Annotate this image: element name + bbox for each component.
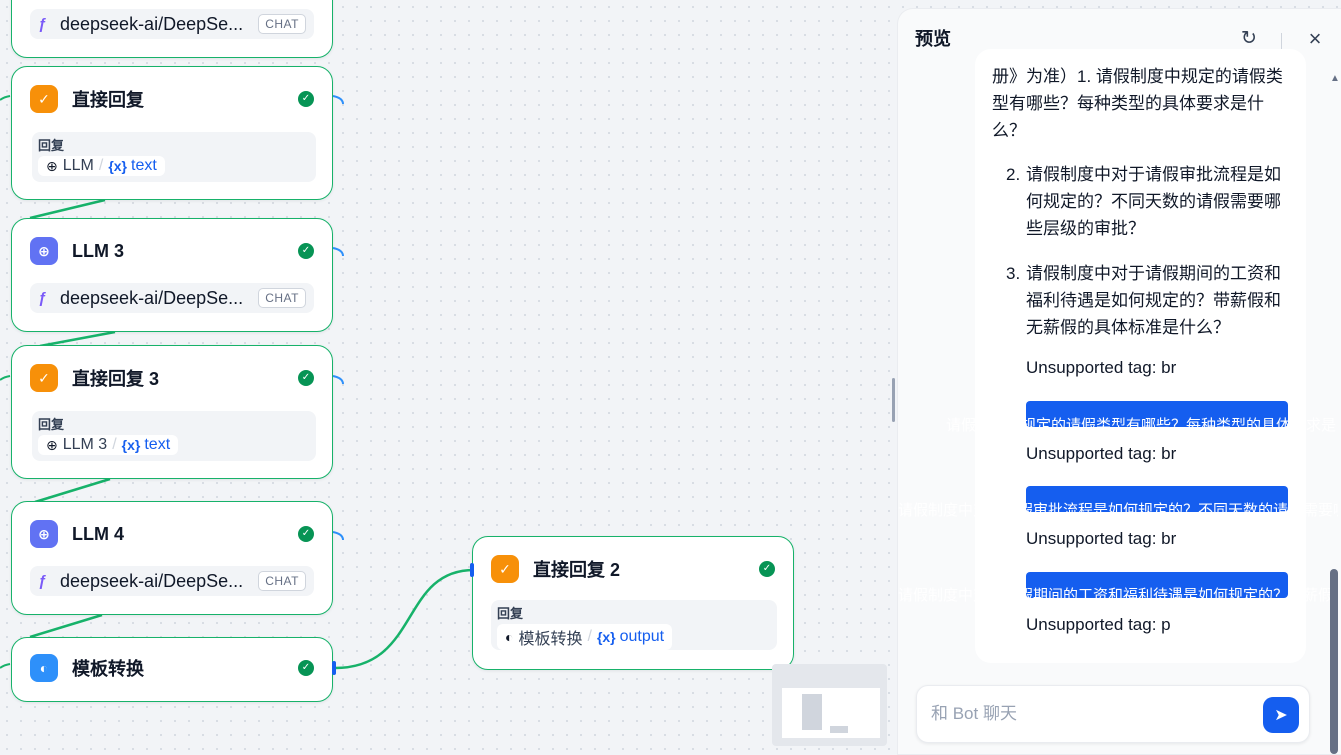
chat-input[interactable] bbox=[931, 704, 1231, 724]
list-item-line: 福利待遇是如何规定的？带薪假和 bbox=[1026, 291, 1281, 310]
check-circle-icon: ✓ bbox=[298, 660, 314, 676]
node-title: LLM 3 bbox=[72, 240, 124, 261]
message-check-icon: ✓ bbox=[30, 85, 58, 113]
reply-label: 回复 bbox=[38, 417, 65, 432]
edge-llm4-template bbox=[29, 613, 103, 639]
model-selector: ƒ deepseek-ai/DeepSe... CHAT bbox=[30, 566, 314, 596]
list-number: 3. bbox=[1006, 264, 1021, 283]
chat-badge: CHAT bbox=[258, 14, 306, 34]
node-answer-3[interactable]: ✓ 直接回复 3 ✓ 回复 ⊕ LLM 3 / {x} text bbox=[11, 345, 333, 479]
message-check-icon: ✓ bbox=[30, 364, 58, 392]
reply-box: 回复 ⊕ LLM / {x} text bbox=[32, 132, 316, 182]
scroll-up-arrow[interactable]: ▲ bbox=[1330, 73, 1340, 84]
preview-panel: 预览 ↻ × 册》为准）1. 请假制度中规定的请假类 型有哪些？每种类型的具体要… bbox=[897, 8, 1341, 755]
message-line: 型有哪些？每种类型的具体要求是什 bbox=[992, 94, 1264, 113]
brain-icon: ⊕ bbox=[30, 520, 58, 548]
check-circle-icon: ✓ bbox=[298, 370, 314, 386]
panel-title: 预览 bbox=[915, 29, 951, 49]
node-handle[interactable] bbox=[332, 661, 336, 675]
check-circle-icon: ✓ bbox=[298, 526, 314, 542]
reply-box: 回复 ⊕ LLM 3 / {x} text bbox=[32, 411, 316, 461]
chat-badge: CHAT bbox=[258, 571, 306, 591]
unsupported-tag: Unsupported tag: br bbox=[1026, 358, 1177, 377]
edge-answer1-llm3 bbox=[29, 198, 106, 220]
list-item-line: 些层级的审批？ bbox=[1026, 219, 1145, 238]
list-item-line: 何规定的？不同天数的请假需要哪 bbox=[1026, 192, 1281, 211]
variable-chip: ⊕ LLM 3 / {x} text bbox=[38, 435, 179, 455]
panel-resize-handle[interactable] bbox=[892, 378, 895, 422]
brain-icon: ⊕ bbox=[30, 237, 58, 265]
message-line: 册》为准）1. 请假制度中规定的请假类 bbox=[992, 67, 1283, 86]
list-item-line: 请假制度中对于请假审批流程是如 bbox=[1026, 165, 1281, 184]
node-answer-1[interactable]: ✓ 直接回复 ✓ 回复 ⊕ LLM / {x} text bbox=[11, 66, 333, 200]
node-title: 模板转换 bbox=[72, 659, 144, 679]
variable-chip: ◐ 模板转换 / {x} output bbox=[497, 624, 673, 650]
bot-message: 册》为准）1. 请假制度中规定的请假类 型有哪些？每种类型的具体要求是什 么？ … bbox=[975, 49, 1306, 663]
variable-name: text bbox=[144, 436, 171, 453]
brain-icon: ⊕ bbox=[46, 157, 58, 174]
node-title: 直接回复 3 bbox=[72, 369, 160, 389]
model-selector: ƒ deepseek-ai/DeepSe... CHAT bbox=[30, 9, 314, 39]
model-brand-icon: ƒ bbox=[38, 15, 47, 33]
reply-label: 回复 bbox=[38, 138, 65, 153]
message-line: 么？ bbox=[992, 121, 1026, 140]
node-llm-top[interactable]: ƒ deepseek-ai/DeepSe... CHAT bbox=[11, 0, 333, 58]
reply-label: 回复 bbox=[497, 606, 524, 621]
node-llm-4[interactable]: ⊕ LLM 4 ✓ ƒ deepseek-ai/DeepSe... CHAT bbox=[11, 501, 333, 615]
check-circle-icon: ✓ bbox=[298, 91, 314, 107]
send-icon: ➤ bbox=[1274, 707, 1288, 724]
unsupported-tag: Unsupported tag: br bbox=[1026, 529, 1177, 548]
model-selector: ƒ deepseek-ai/DeepSe... CHAT bbox=[30, 283, 314, 313]
node-llm-3[interactable]: ⊕ LLM 3 ✓ ƒ deepseek-ai/DeepSe... CHAT bbox=[11, 218, 333, 332]
model-name: deepseek-ai/DeepSe... bbox=[60, 13, 244, 34]
variable-source: LLM 3 bbox=[62, 436, 108, 453]
node-handle[interactable] bbox=[470, 563, 474, 577]
highlight-text: 请假制度中对于请假审批流程是如何规定的？不同天数的请假需要哪 bbox=[898, 502, 1338, 519]
edge-template-answer2 bbox=[334, 568, 475, 670]
brain-icon: ⊕ bbox=[46, 436, 58, 453]
scrollbar[interactable] bbox=[1330, 569, 1338, 754]
send-button[interactable]: ➤ bbox=[1263, 697, 1299, 733]
refresh-icon[interactable]: ↻ bbox=[1239, 29, 1259, 49]
list-item-line: 无薪假的具体标准是什么？ bbox=[1026, 318, 1230, 337]
node-template[interactable]: ◐ 模板转换 ✓ bbox=[11, 637, 333, 702]
edge-answer3-llm4 bbox=[34, 477, 111, 504]
variable-source: LLM bbox=[62, 157, 94, 174]
list-number: 2. bbox=[1006, 165, 1021, 184]
variable-name: output bbox=[619, 628, 665, 645]
close-icon[interactable]: × bbox=[1305, 28, 1325, 50]
model-brand-icon: ƒ bbox=[38, 572, 47, 590]
list-item-line: 请假制度中对于请假期间的工资和 bbox=[1026, 264, 1281, 283]
reply-box: 回复 ◐ 模板转换 / {x} output bbox=[491, 600, 777, 650]
check-circle-icon: ✓ bbox=[759, 561, 775, 577]
model-brand-icon: ƒ bbox=[38, 289, 47, 307]
workflow-canvas[interactable]: ƒ deepseek-ai/DeepSe... CHAT ✓ 直接回复 ✓ 回复… bbox=[0, 0, 900, 755]
variable-chip: ⊕ LLM / {x} text bbox=[38, 156, 165, 176]
template-icon: ◐ bbox=[505, 629, 514, 645]
highlight-text: 请假制度中对于请假期间的工资和福利待遇是如何规定的？带薪假和无薪假 bbox=[898, 587, 1338, 604]
node-answer-2[interactable]: ✓ 直接回复 2 ✓ 回复 ◐ 模板转换 / {x} output bbox=[472, 536, 794, 670]
template-icon: ◐ bbox=[30, 654, 58, 682]
node-title: 直接回复 2 bbox=[533, 560, 621, 580]
message-check-icon: ✓ bbox=[491, 555, 519, 583]
node-title: LLM 4 bbox=[72, 523, 124, 544]
variable-icon: {x} bbox=[596, 629, 616, 645]
variable-icon: {x} bbox=[108, 158, 127, 174]
variable-icon: {x} bbox=[121, 437, 141, 453]
unsupported-tag: Unsupported tag: br bbox=[1026, 444, 1177, 463]
chat-badge: CHAT bbox=[258, 288, 306, 308]
edge-llm3-answer3 bbox=[39, 330, 116, 348]
check-circle-icon: ✓ bbox=[298, 243, 314, 259]
model-name: deepseek-ai/DeepSe... bbox=[60, 287, 244, 308]
model-name: deepseek-ai/DeepSe... bbox=[60, 570, 244, 591]
variable-name: text bbox=[131, 157, 157, 174]
divider bbox=[1281, 33, 1282, 49]
node-title: 直接回复 bbox=[72, 90, 144, 110]
unsupported-tag: Unsupported tag: p bbox=[1026, 615, 1171, 634]
highlight-text: 请假制度中规定的请假类型有哪些？每种类型的具体要求是什 bbox=[946, 417, 1336, 434]
minimap[interactable] bbox=[772, 664, 887, 746]
chat-input-box: ➤ bbox=[916, 685, 1310, 743]
variable-source: 模板转换 bbox=[518, 631, 583, 648]
